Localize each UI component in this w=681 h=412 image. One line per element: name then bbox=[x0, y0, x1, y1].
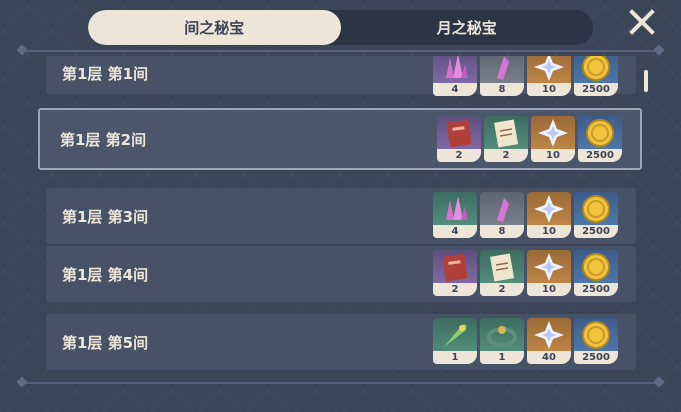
reward-count: 2500 bbox=[574, 351, 618, 364]
reward-item[interactable]: 10 bbox=[527, 250, 571, 296]
floor-row-label: 第1层 第2间 bbox=[60, 130, 147, 149]
reward-count: 2 bbox=[484, 149, 528, 162]
reward-item[interactable]: 2500 bbox=[574, 192, 618, 238]
reward-items: 4 8 10 2500 bbox=[433, 192, 618, 238]
reward-count: 2500 bbox=[578, 149, 622, 162]
reward-items: 4 8 10 2500 bbox=[433, 56, 618, 96]
reward-count: 8 bbox=[480, 83, 524, 96]
floor-row-label: 第1层 第1间 bbox=[62, 64, 149, 83]
floor-row[interactable]: 第1层 第3间 4 8 10 2500 bbox=[46, 188, 636, 244]
reward-count: 4 bbox=[433, 225, 477, 238]
reward-item[interactable]: 2 bbox=[484, 116, 528, 162]
floor-row[interactable]: 第1层 第5间 1 1 40 2500 bbox=[46, 314, 636, 370]
reward-count: 2500 bbox=[574, 225, 618, 238]
reward-item[interactable]: 10 bbox=[531, 116, 575, 162]
reward-count: 2 bbox=[433, 283, 477, 296]
scrollbar-thumb[interactable] bbox=[644, 70, 648, 92]
reward-count: 4 bbox=[433, 83, 477, 96]
reward-item[interactable]: 1 bbox=[433, 318, 477, 364]
reward-item[interactable]: 2 bbox=[480, 250, 524, 296]
reward-count: 10 bbox=[527, 225, 571, 238]
top-divider bbox=[16, 44, 665, 56]
reward-count: 2 bbox=[480, 283, 524, 296]
reward-count: 40 bbox=[527, 351, 571, 364]
reward-item[interactable]: 40 bbox=[527, 318, 571, 364]
reward-count: 8 bbox=[480, 225, 524, 238]
reward-items: 2 2 10 2500 bbox=[437, 116, 622, 162]
reward-count: 1 bbox=[433, 351, 477, 364]
floor-row-label: 第1层 第4间 bbox=[62, 265, 149, 284]
floor-row-label: 第1层 第5间 bbox=[62, 333, 149, 352]
reward-item[interactable]: 10 bbox=[527, 56, 571, 96]
reward-count: 1 bbox=[480, 351, 524, 364]
floor-row[interactable]: 第1层 第4间 2 2 10 2500 bbox=[46, 246, 636, 302]
reward-item[interactable]: 2500 bbox=[574, 250, 618, 296]
reward-items: 1 1 40 2500 bbox=[433, 318, 618, 364]
floor-row-label: 第1层 第3间 bbox=[62, 207, 149, 226]
reward-item[interactable]: 1 bbox=[480, 318, 524, 364]
tab-moon-treasure[interactable]: 月之秘宝 bbox=[341, 10, 594, 45]
reward-item[interactable]: 8 bbox=[480, 56, 524, 96]
reward-count: 2 bbox=[437, 149, 481, 162]
reward-items: 2 2 10 2500 bbox=[433, 250, 618, 296]
floor-reward-list[interactable]: 第1层 第1间 4 8 10 2500 第1层 第2间 2 2 10 2500 第1层 第3间 4 8 1… bbox=[0, 56, 681, 370]
bottom-divider bbox=[16, 376, 665, 388]
reward-count: 10 bbox=[527, 83, 571, 96]
reward-item[interactable]: 2 bbox=[437, 116, 481, 162]
reward-count: 10 bbox=[527, 283, 571, 296]
reward-item[interactable]: 2500 bbox=[578, 116, 622, 162]
reward-item[interactable]: 4 bbox=[433, 56, 477, 96]
reward-item[interactable]: 10 bbox=[527, 192, 571, 238]
tab-chamber-treasure[interactable]: 间之秘宝 bbox=[88, 10, 341, 45]
reward-item[interactable]: 4 bbox=[433, 192, 477, 238]
reward-item[interactable]: 2500 bbox=[574, 56, 618, 96]
reward-count: 2500 bbox=[574, 83, 618, 96]
close-icon[interactable] bbox=[628, 8, 656, 36]
reward-item[interactable]: 2 bbox=[433, 250, 477, 296]
reward-item[interactable]: 2500 bbox=[574, 318, 618, 364]
reward-item[interactable]: 8 bbox=[480, 192, 524, 238]
reward-count: 10 bbox=[531, 149, 575, 162]
floor-row[interactable]: 第1层 第1间 4 8 10 2500 bbox=[46, 56, 636, 96]
tab-bar: 间之秘宝 月之秘宝 bbox=[88, 10, 593, 45]
floor-row[interactable]: 第1层 第2间 2 2 10 2500 bbox=[38, 108, 642, 170]
reward-count: 2500 bbox=[574, 283, 618, 296]
